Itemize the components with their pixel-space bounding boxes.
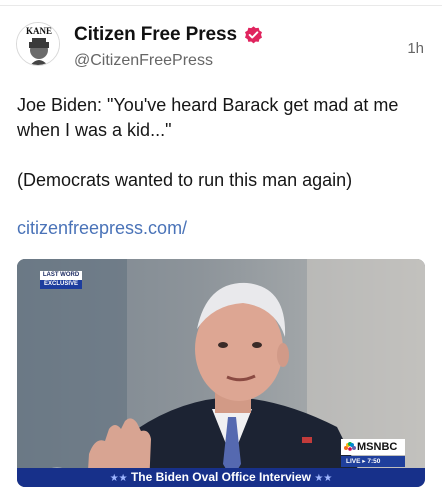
post-text-quote: Joe Biden: "You've heard Barack get mad … [17, 95, 399, 140]
post-text-comment: (Democrats wanted to run this man again) [17, 170, 353, 190]
avatar[interactable]: KANE [16, 22, 60, 66]
peacock-icon [344, 442, 356, 452]
show-badge-title: LAST WORD [40, 271, 82, 280]
post-timestamp[interactable]: 1h [407, 40, 424, 57]
live-indicator: LIVE ▸ 7:50 [341, 456, 405, 467]
network-bug: MSNBC LIVE ▸ 7:50 [341, 439, 405, 467]
stars-left: ★★ [109, 473, 128, 484]
network-logo: MSNBC [341, 439, 405, 455]
live-time: 7:50 [367, 458, 381, 465]
show-badge-subtitle: EXCLUSIVE [40, 280, 82, 289]
avatar-image: KANE [17, 23, 59, 65]
live-label: LIVE [346, 458, 361, 465]
display-name[interactable]: Citizen Free Press [74, 24, 237, 46]
show-badge: LAST WORD EXCLUSIVE [40, 271, 82, 289]
author-handle[interactable]: @CitizenFreePress [74, 52, 213, 70]
lower-third-text: The Biden Oval Office Interview [130, 470, 312, 484]
post-card[interactable]: KANE Citizen Free Press @CitizenFreePres… [0, 0, 442, 500]
post-link[interactable]: citizenfreepress.com/ [17, 218, 187, 239]
verified-badge-icon [243, 25, 264, 46]
lower-third-caption: ★★ The Biden Oval Office Interview ★★ [17, 468, 425, 487]
network-name: MSNBC [357, 441, 398, 453]
author-row: Citizen Free Press [74, 23, 264, 47]
post-text: Joe Biden: "You've heard Barack get mad … [17, 93, 427, 193]
video-thumbnail[interactable]: LAST WORD EXCLUSIVE MSNBC LIVE ▸ 7:50 ★★… [17, 259, 425, 487]
avatar-logo-text: KANE [26, 26, 52, 36]
stars-right: ★★ [314, 473, 333, 484]
